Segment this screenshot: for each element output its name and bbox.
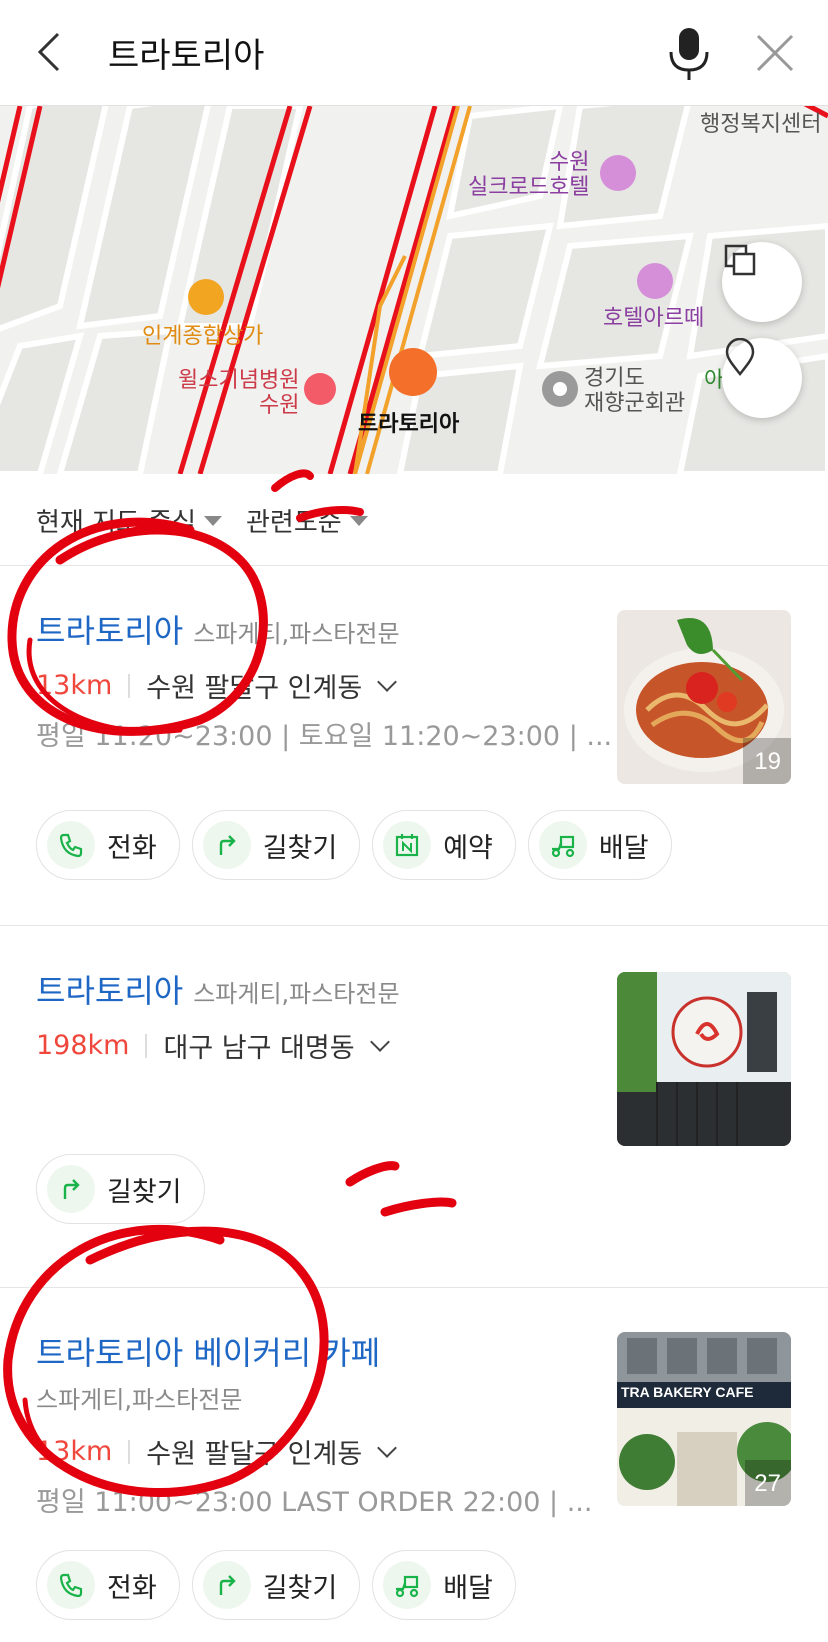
filter-sort[interactable]: 관련도순 (246, 502, 368, 539)
photo-count: 19 (754, 748, 781, 775)
directions-label: 길찾기 (107, 1176, 182, 1208)
divider (128, 1439, 131, 1464)
result-item[interactable]: 트라토리아 스파게티,파스타전문 13km 수원 팔달구 인계동 평일 11:20… (0, 566, 828, 926)
result-actions: 전화 길찾기 예약 배달 (36, 810, 672, 880)
result-distance: 13km (36, 1436, 113, 1467)
delivery-button[interactable]: 배달 (527, 810, 672, 880)
map-label-veterans-hall[interactable]: 경기도 재향군회관 (584, 366, 685, 417)
filter-map-center-label: 현재 지도 중심 (36, 508, 197, 538)
directions-icon (47, 1165, 95, 1213)
phone-icon (47, 821, 95, 869)
result-thumbnail[interactable]: 19 (617, 610, 791, 784)
divider (145, 1033, 148, 1058)
map-view[interactable]: 행정복지센터 수원 실크로드호텔 인계종합상가 윌스기념병원 수원 호텔아르떼 … (0, 106, 828, 474)
directions-button[interactable]: 길찾기 (191, 1550, 361, 1620)
scooter-icon (538, 821, 587, 869)
search-bar: 트라토리아 (0, 0, 828, 106)
map-label-mall[interactable]: 인계종합상가 (142, 324, 263, 349)
result-distance: 13km (36, 670, 113, 701)
directions-button[interactable]: 길찾기 (36, 1154, 205, 1224)
result-actions: 길찾기 (36, 1154, 205, 1224)
call-button[interactable]: 전화 (36, 1550, 180, 1620)
result-distance: 198km (36, 1030, 130, 1061)
directions-button[interactable]: 길찾기 (191, 810, 361, 880)
result-title-row: 트라토리아 스파게티,파스타전문 (36, 606, 400, 652)
bakery-sign-text: TRA BAKERY CAFE (621, 1384, 754, 1400)
result-title[interactable]: 트라토리아 (36, 612, 183, 650)
delivery-label: 배달 (443, 1572, 493, 1604)
result-category: 스파게티,파스타전문 (193, 980, 400, 1008)
delivery-button[interactable]: 배달 (372, 1550, 516, 1620)
search-input[interactable]: 트라토리아 (108, 28, 264, 77)
result-address: 수원 팔달구 인계동 (146, 673, 363, 704)
result-category: 스파게티,파스타전문 (193, 620, 400, 648)
map-label-trattoria[interactable]: 트라토리아 (358, 412, 459, 437)
directions-icon (202, 821, 251, 869)
map-label-silkroad-hotel[interactable]: 수원 실크로드호텔 (468, 150, 589, 201)
result-item[interactable]: 트라토리아 스파게티,파스타전문 198km 대구 남구 대명동 길찾기 (0, 926, 828, 1288)
reserve-label: 예약 (443, 832, 493, 864)
storefront-photo (617, 972, 791, 1146)
result-location-row[interactable]: 13km 수원 팔달구 인계동 (36, 666, 398, 705)
filter-map-center[interactable]: 현재 지도 중심 (36, 502, 223, 539)
map-label-welfare: 행정복지센터 (700, 112, 822, 137)
result-category: 스파게티,파스타전문 (36, 1386, 243, 1414)
call-label: 전화 (107, 832, 157, 864)
result-address: 수원 팔달구 인계동 (146, 1439, 363, 1470)
call-button[interactable]: 전화 (36, 810, 180, 880)
close-icon[interactable] (750, 28, 800, 78)
filter-sort-label: 관련도순 (246, 508, 342, 538)
photo-count: 27 (754, 1470, 781, 1497)
map-layer-button[interactable] (722, 242, 802, 322)
directions-icon (202, 1561, 251, 1609)
call-label: 전화 (107, 1572, 157, 1604)
result-actions: 전화 길찾기 배달 (36, 1550, 516, 1620)
reserve-button[interactable]: 예약 (372, 810, 516, 880)
chevron-down-icon (377, 1437, 398, 1458)
result-location-row[interactable]: 198km 대구 남구 대명동 (36, 1026, 390, 1065)
result-thumbnail[interactable]: TRA BAKERY CAFE 27 (617, 1332, 791, 1506)
calendar-icon (383, 821, 432, 869)
microphone-icon[interactable] (664, 24, 714, 84)
current-location-button[interactable] (722, 338, 802, 418)
map-label-hospital[interactable]: 윌스기념병원 수원 (178, 368, 299, 419)
directions-label: 길찾기 (262, 1572, 338, 1604)
result-hours: 평일 11:20~23:00 | 토요일 11:20~23:00 | ... (36, 721, 613, 752)
chevron-down-icon (369, 1031, 390, 1052)
phone-icon (47, 1561, 95, 1609)
dropdown-caret-icon (349, 515, 368, 526)
divider (128, 673, 131, 698)
result-location-row[interactable]: 13km 수원 팔달구 인계동 (36, 1432, 398, 1471)
filter-bar: 현재 지도 중심 관련도순 (0, 474, 828, 566)
result-title[interactable]: 트라토리아 베이커리 카페 (36, 1328, 380, 1374)
result-thumbnail[interactable] (617, 972, 791, 1146)
back-arrow-icon[interactable] (28, 22, 78, 82)
delivery-label: 배달 (598, 832, 649, 864)
result-item[interactable]: 트라토리아 베이커리 카페 스파게티,파스타전문 13km 수원 팔달구 인계동… (0, 1288, 828, 1642)
result-title-row: 트라토리아 스파게티,파스타전문 (36, 966, 400, 1012)
chevron-down-icon (377, 671, 398, 692)
scooter-icon (383, 1561, 432, 1609)
directions-label: 길찾기 (262, 832, 338, 864)
result-title[interactable]: 트라토리아 (36, 972, 183, 1010)
result-address: 대구 남구 대명동 (163, 1033, 355, 1064)
map-label-hotel-arte[interactable]: 호텔아르떼 (603, 306, 704, 331)
dropdown-caret-icon (204, 515, 223, 526)
result-hours: 평일 11:00~23:00 LAST ORDER 22:00 | ... (36, 1487, 593, 1518)
